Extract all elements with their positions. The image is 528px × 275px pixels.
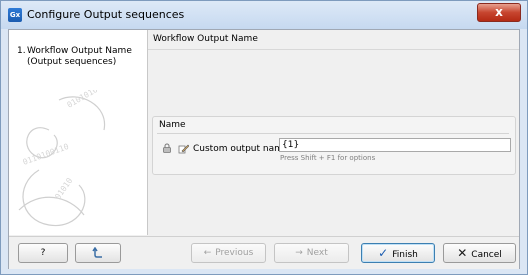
svg-text:01010: 01010: [53, 176, 74, 201]
lock-icon[interactable]: [162, 143, 172, 153]
cancel-button[interactable]: ✕ Cancel: [443, 243, 516, 263]
group-divider: [157, 133, 509, 134]
previous-button[interactable]: ← Previous: [191, 243, 266, 263]
close-button[interactable]: x: [477, 3, 521, 22]
dialog-body: 1. Workflow Output Name (Output sequence…: [8, 29, 520, 269]
reset-icon: [92, 246, 102, 258]
cancel-x-icon: ✕: [457, 246, 468, 260]
header-divider: [148, 49, 519, 50]
step-number: 1.: [17, 46, 26, 56]
input-hint: Press Shift + F1 for options: [280, 154, 376, 162]
page-title: Workflow Output Name: [153, 34, 258, 44]
group-title: Name: [159, 120, 186, 130]
help-button[interactable]: ?: [18, 243, 68, 263]
finish-button-label: Finish: [392, 250, 418, 260]
button-bar: ? ← Previous → Next ✓ Finish ✕ Cancel: [9, 236, 519, 269]
finish-button[interactable]: ✓ Finish: [361, 243, 435, 263]
decorative-swirl-graphic: 0101010 0110100110 01010: [18, 90, 106, 227]
name-group: Name Custom output name Press Shift + F1…: [152, 116, 516, 175]
arrow-left-icon: ←: [203, 248, 212, 258]
svg-text:0110100110: 0110100110: [22, 142, 71, 167]
custom-output-name-label: Custom output name: [193, 144, 289, 154]
step-title: Workflow Output Name: [27, 46, 132, 56]
step-subtitle: (Output sequences): [27, 57, 117, 67]
arrow-right-icon: →: [295, 248, 303, 258]
custom-output-name-input[interactable]: [279, 138, 511, 152]
reset-button[interactable]: [75, 243, 121, 263]
edit-pencil-icon[interactable]: [178, 143, 189, 154]
svg-text:0101010: 0101010: [66, 90, 100, 110]
next-button[interactable]: → Next: [274, 243, 349, 263]
app-icon: Gx: [8, 8, 22, 22]
next-button-label: Next: [306, 248, 328, 258]
steps-panel: 1. Workflow Output Name (Output sequence…: [9, 30, 148, 235]
cancel-button-label: Cancel: [471, 250, 502, 260]
content-panel: Workflow Output Name Name Custom output …: [148, 30, 519, 235]
window-title: Configure Output sequences: [27, 8, 185, 21]
dialog-window: Gx Configure Output sequences x 1. Workf…: [0, 0, 528, 275]
check-icon: ✓: [378, 246, 389, 260]
title-bar[interactable]: Gx Configure Output sequences x: [1, 1, 527, 29]
previous-button-label: Previous: [215, 248, 254, 258]
